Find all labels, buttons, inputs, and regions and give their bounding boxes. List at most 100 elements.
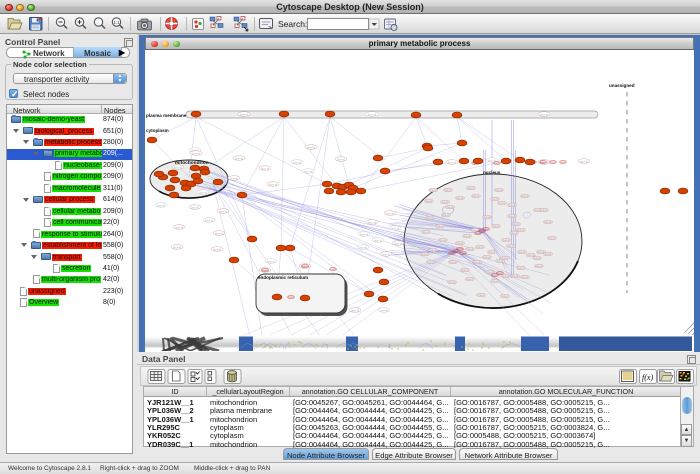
svg-text:[xx-x]: [xx-x] <box>442 200 449 204</box>
svg-text:[xx-x]: [xx-x] <box>545 220 552 224</box>
svg-text:[xxx-x]: [xxx-x] <box>230 176 238 180</box>
svg-text:[xx-x]: [xx-x] <box>508 244 515 248</box>
svg-text:[xx-x]: [xx-x] <box>478 293 485 297</box>
svg-text:[x-x]: [x-x] <box>331 268 336 271</box>
svg-text:[xx-x]: [xx-x] <box>509 214 516 218</box>
svg-text:[xx-x]: [xx-x] <box>462 268 469 272</box>
svg-text:[xx-x]: [xx-x] <box>522 194 529 198</box>
svg-text:[x-x]: [x-x] <box>303 265 308 268</box>
svg-text:[xxx-x]: [xxx-x] <box>267 259 275 263</box>
svg-text:[xxx-x]: [xxx-x] <box>219 209 227 213</box>
svg-text:[xxx-x]: [xxx-x] <box>360 232 368 236</box>
svg-text:[xx-x]: [xx-x] <box>545 252 552 256</box>
svg-text:[xx-x]: [xx-x] <box>464 234 471 238</box>
svg-text:[xxx-x]: [xxx-x] <box>240 112 248 116</box>
svg-text:[xx-x]: [xx-x] <box>518 228 525 232</box>
svg-text:[xx-x]: [xx-x] <box>522 275 529 279</box>
svg-text:[xxx-x]: [xxx-x] <box>174 165 182 169</box>
svg-text:[xx-x]: [xx-x] <box>427 216 434 220</box>
svg-text:[xx-x]: [xx-x] <box>519 250 526 254</box>
svg-text:[xx-x]: [xx-x] <box>549 236 556 240</box>
svg-text:[xxx-x]: [xxx-x] <box>192 151 200 155</box>
svg-text:cytoplasm: cytoplasm <box>146 128 169 133</box>
svg-text:[x-x]: [x-x] <box>541 161 546 164</box>
svg-text:nucleus: nucleus <box>483 170 501 175</box>
svg-text:[xxx-x]: [xxx-x] <box>235 156 243 160</box>
svg-text:[xxx-x]: [xxx-x] <box>368 112 376 116</box>
svg-text:f(x): f(x) <box>642 373 653 382</box>
svg-text:[xxx-x]: [xxx-x] <box>173 245 181 249</box>
svg-text:[xx-x]: [xx-x] <box>440 238 447 242</box>
svg-text:[xx-x]: [xx-x] <box>450 260 457 264</box>
svg-text:[x-x]: [x-x] <box>561 161 566 164</box>
svg-text:[x-x]: [x-x] <box>484 228 489 231</box>
svg-text:[xx-x]: [xx-x] <box>512 274 519 278</box>
svg-text:1:1: 1:1 <box>113 20 120 25</box>
svg-text:[xx-x]: [xx-x] <box>511 231 518 235</box>
svg-text:[xxx-x]: [xxx-x] <box>293 160 301 164</box>
svg-text:[xx-x]: [xx-x] <box>426 199 433 203</box>
svg-text:Search:: Search: <box>278 19 307 29</box>
svg-text:[xx-x]: [xx-x] <box>437 224 444 228</box>
svg-text:[xx-x]: [xx-x] <box>428 260 435 264</box>
svg-text:[xxx-x]: [xxx-x] <box>580 159 588 163</box>
svg-text:[xx-x]: [xx-x] <box>484 215 491 219</box>
svg-text:[xx-x]: [xx-x] <box>457 196 464 200</box>
svg-text:unassigned: unassigned <box>609 83 635 88</box>
svg-text:[xxx-x]: [xxx-x] <box>213 247 221 251</box>
svg-text:[xx-x]: [xx-x] <box>536 264 543 268</box>
svg-text:[xxx-x]: [xxx-x] <box>351 308 359 312</box>
svg-text:[xxx-x]: [xxx-x] <box>157 203 165 207</box>
svg-text:[x-x]: [x-x] <box>263 269 268 272</box>
svg-text:[xxx-x]: [xxx-x] <box>304 169 312 173</box>
svg-text:[xx-x]: [xx-x] <box>447 205 454 209</box>
svg-text:[xx-x]: [xx-x] <box>499 201 506 205</box>
svg-text:[xxx-x]: [xxx-x] <box>359 245 367 249</box>
svg-text:[xxx-x]: [xxx-x] <box>386 211 394 215</box>
svg-text:[x-x]: [x-x] <box>450 252 455 255</box>
svg-text:[xxx-x]: [xxx-x] <box>337 157 345 161</box>
svg-text:[x-x]: [x-x] <box>461 252 466 255</box>
svg-text:[xxx-x]: [xxx-x] <box>175 225 183 229</box>
svg-text:[xx-x]: [xx-x] <box>473 194 480 198</box>
svg-text:[xx-x]: [xx-x] <box>430 248 437 252</box>
svg-text:[xxx-x]: [xxx-x] <box>394 241 402 245</box>
svg-text:[x-x]: [x-x] <box>551 161 556 164</box>
svg-text:[xxx-x]: [xxx-x] <box>448 160 456 164</box>
svg-text:[xxx-x]: [xxx-x] <box>191 205 199 209</box>
svg-text:[x-x]: [x-x] <box>495 162 500 165</box>
svg-text:[xx-x]: [xx-x] <box>492 279 499 283</box>
svg-text:[xx-x]: [xx-x] <box>541 208 548 212</box>
svg-text:[xx-x]: [xx-x] <box>509 203 516 207</box>
svg-text:[xx-x]: [xx-x] <box>467 277 474 281</box>
svg-text:[xx-x]: [xx-x] <box>457 241 464 245</box>
svg-text:[xx-x]: [xx-x] <box>422 252 429 256</box>
svg-text:[xx-x]: [xx-x] <box>474 260 481 264</box>
svg-text:[xxx-x]: [xxx-x] <box>261 166 269 170</box>
svg-text:[xx-x]: [xx-x] <box>477 245 484 249</box>
svg-text:[xx-x]: [xx-x] <box>449 280 456 284</box>
svg-text:[xx-x]: [xx-x] <box>467 247 474 251</box>
svg-text:[x-x]: [x-x] <box>476 232 481 235</box>
svg-text:[xxx-x]: [xxx-x] <box>380 308 388 312</box>
svg-text:[x-x]: [x-x] <box>289 296 294 299</box>
svg-text:[xxx-x]: [xxx-x] <box>215 231 223 235</box>
svg-text:[xxx-x]: [xxx-x] <box>269 182 277 186</box>
svg-text:[xxx-x]: [xxx-x] <box>199 190 207 194</box>
svg-text:[xxx-x]: [xxx-x] <box>540 112 548 116</box>
svg-text:[xx-x]: [xx-x] <box>443 213 450 217</box>
svg-text:plasma membrane: plasma membrane <box>146 113 187 118</box>
svg-text:[xx-x]: [xx-x] <box>496 188 503 192</box>
svg-text:[xxx-x]: [xxx-x] <box>307 145 315 149</box>
svg-text:[xx-x]: [xx-x] <box>492 197 499 201</box>
svg-text:[xx-x]: [xx-x] <box>534 256 541 260</box>
svg-text:[xxx-x]: [xxx-x] <box>374 238 382 242</box>
svg-text:[xx-x]: [xx-x] <box>484 255 491 259</box>
svg-text:[xx-x]: [xx-x] <box>503 238 510 242</box>
svg-text:[xxx-x]: [xxx-x] <box>382 252 390 256</box>
svg-text:[x-x]: [x-x] <box>493 274 498 277</box>
svg-text:[xx-x]: [xx-x] <box>503 274 510 278</box>
svg-text:[xx-x]: [xx-x] <box>502 294 509 298</box>
svg-text:[xx-x]: [xx-x] <box>423 230 430 234</box>
svg-text:endoplasmic reticulum: endoplasmic reticulum <box>258 275 308 280</box>
